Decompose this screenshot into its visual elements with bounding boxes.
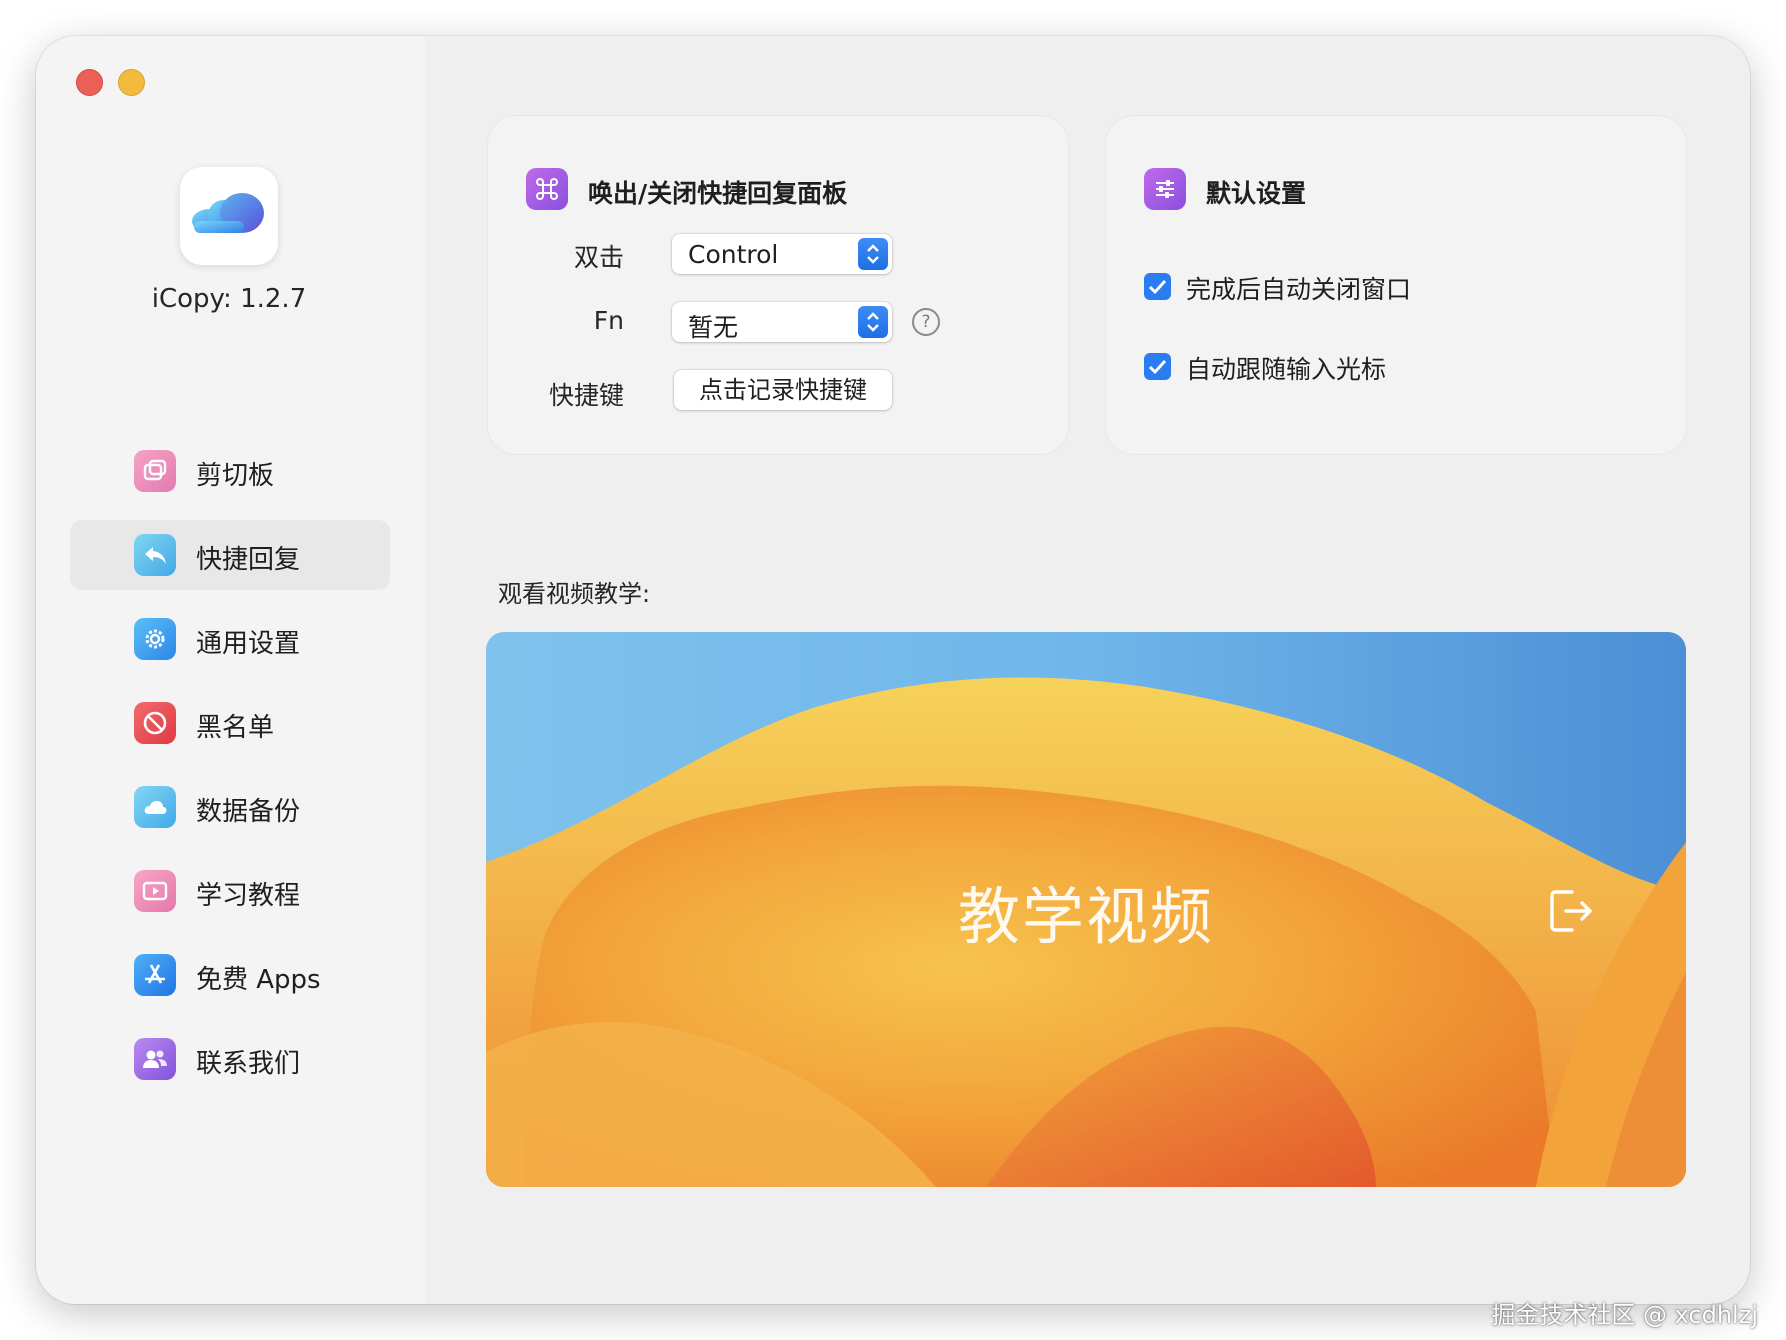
sidebar-item-label: 通用设置 [196,629,301,659]
follow-cursor-label: 自动跟随输入光标 [1186,355,1387,384]
clipboard-icon [134,450,176,492]
sidebar-item-label: 免费 Apps [196,965,321,995]
app-version-label: iCopy: 1.2.7 [151,284,307,314]
sidebar-item-label: 快捷回复 [196,545,301,575]
fn-select[interactable]: 暂无 [672,302,892,342]
sidebar-item-free-apps[interactable]: 免费 Apps [70,940,390,1010]
cloud-icon [134,786,176,828]
video-section-heading: 观看视频教学: [498,580,651,608]
sidebar: iCopy: 1.2.7 剪切板 快捷回复 通用设置 黑名单 数据备份 学习教程… [36,36,425,1304]
defaults-panel-title: 默认设置 [1206,179,1307,208]
auto-close-checkbox[interactable] [1144,273,1171,300]
hotkey-panel-card: 唤出/关闭快捷回复面板 双击 Control Fn 暂无 ? 快捷键 点击记录快… [488,116,1068,454]
gear-icon [134,618,176,660]
block-icon [134,702,176,744]
video-title: 教学视频 [957,880,1214,953]
sidebar-item-blacklist[interactable]: 黑名单 [70,688,390,758]
video-icon [134,870,176,912]
app-window: iCopy: 1.2.7 剪切板 快捷回复 通用设置 黑名单 数据备份 学习教程… [36,36,1750,1304]
chevron-updown-icon [858,306,888,338]
double-click-label: 双击 [573,243,624,272]
hotkey-panel-title: 唤出/关闭快捷回复面板 [588,179,848,208]
sidebar-item-clipboard[interactable]: 剪切板 [70,436,390,506]
sidebar-item-contact[interactable]: 联系我们 [70,1024,390,1094]
reply-icon [134,534,176,576]
fn-value: 暂无 [688,313,739,342]
fn-label: Fn [593,306,624,335]
contacts-icon [134,1038,176,1080]
open-external-icon[interactable] [1546,886,1596,940]
command-icon [526,168,568,210]
sidebar-item-quick-reply[interactable]: 快捷回复 [70,520,390,590]
minimize-window-button[interactable] [118,69,145,96]
sidebar-item-tutorial[interactable]: 学习教程 [70,856,390,926]
watermark-text: 掘金技术社区 @ xcdhlzj [1491,1301,1758,1329]
auto-close-label: 完成后自动关闭窗口 [1186,275,1412,304]
app-logo-icon [180,167,278,265]
double-click-select[interactable]: Control [672,234,892,274]
help-icon[interactable]: ? [912,308,940,336]
sidebar-item-general-settings[interactable]: 通用设置 [70,604,390,674]
sidebar-item-backup[interactable]: 数据备份 [70,772,390,842]
shortcut-label: 快捷键 [548,381,624,410]
close-window-button[interactable] [76,69,103,96]
chevron-updown-icon [858,238,888,270]
sidebar-item-label: 联系我们 [196,1049,301,1079]
defaults-panel-card: 默认设置 完成后自动关闭窗口 自动跟随输入光标 [1106,116,1686,454]
sliders-icon [1144,168,1186,210]
sidebar-item-label: 学习教程 [196,881,301,911]
tutorial-video-thumbnail[interactable]: 教学视频 [486,632,1686,1187]
double-click-value: Control [688,240,779,269]
sidebar-item-label: 黑名单 [196,713,275,743]
sidebar-item-label: 剪切板 [196,461,275,491]
sidebar-item-label: 数据备份 [196,797,301,827]
app-store-icon [134,954,176,996]
record-shortcut-button[interactable]: 点击记录快捷键 [674,370,892,410]
follow-cursor-checkbox[interactable] [1144,353,1171,380]
